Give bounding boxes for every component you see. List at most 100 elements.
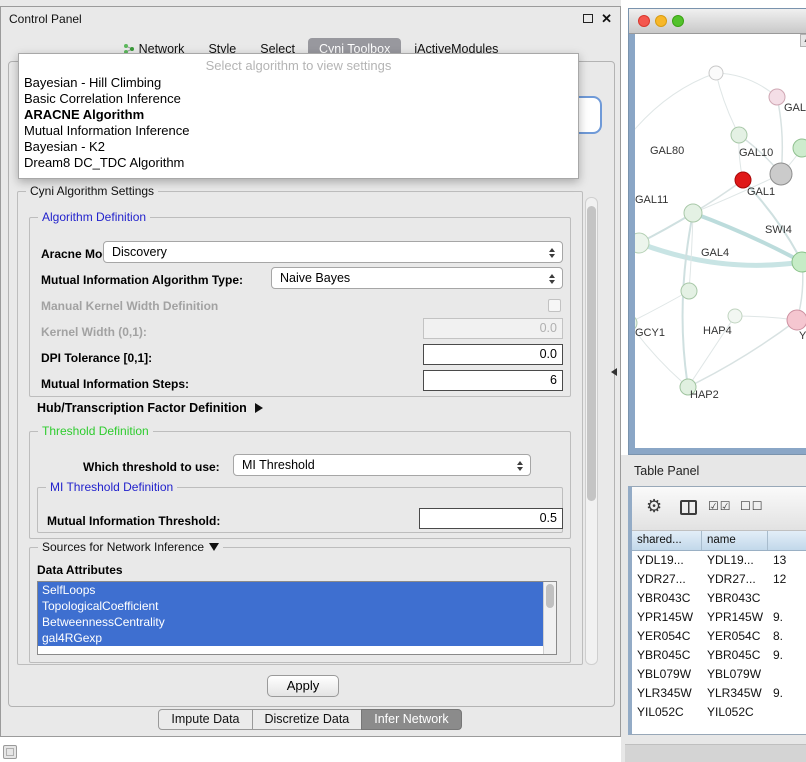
column-header-shared-name[interactable]: shared... xyxy=(632,531,702,550)
scroll-up-button[interactable]: ▲ xyxy=(800,34,806,47)
manual-kernel-checkbox[interactable] xyxy=(548,299,561,312)
attribute-item[interactable]: TopologicalCoefficient xyxy=(38,598,543,614)
table-cell: 9. xyxy=(768,646,806,665)
algorithm-dropdown-list: Bayesian - Hill ClimbingBasic Correlatio… xyxy=(19,75,578,171)
table-cell: YDR27... xyxy=(702,570,768,589)
table-cell: 9. xyxy=(768,684,806,703)
algorithm-dropdown-item[interactable]: Bayesian - Hill Climbing xyxy=(19,75,578,91)
table-row[interactable]: YIL052CYIL052C xyxy=(632,703,806,722)
algorithm-dropdown-item[interactable]: Bayesian - K2 xyxy=(19,139,578,155)
attributes-scrollbar-thumb[interactable] xyxy=(546,584,554,608)
deselect-all-checkboxes-icon[interactable]: ☐☐ xyxy=(740,499,764,513)
table-cell: YPR145W xyxy=(632,608,702,627)
network-edge[interactable] xyxy=(635,73,716,129)
attribute-item[interactable]: gal4RGexp xyxy=(38,630,543,646)
network-node[interactable] xyxy=(635,233,649,253)
column-header-extra[interactable] xyxy=(768,531,806,550)
table-row[interactable]: YLR345WYLR345W9. xyxy=(632,684,806,703)
network-edge[interactable] xyxy=(777,97,782,174)
algorithm-dropdown-item[interactable]: ARACNE Algorithm xyxy=(19,107,578,123)
sources-group-title[interactable]: Sources for Network Inference xyxy=(38,540,223,554)
network-node[interactable] xyxy=(684,204,702,222)
attribute-item[interactable]: SelfLoops xyxy=(38,582,543,598)
network-edge[interactable] xyxy=(635,291,689,323)
network-node[interactable] xyxy=(769,89,785,105)
control-panel-titlebar[interactable]: Control Panel ✕ xyxy=(1,7,620,31)
algorithm-dropdown-item[interactable]: Mutual Information Inference xyxy=(19,123,578,139)
close-traffic-light-icon[interactable] xyxy=(638,15,650,27)
network-canvas-svg[interactable]: GAL7GAL80GAL10GAL11GAL1SWI4GAL4GCY1HAP4Y… xyxy=(635,34,806,448)
table-cell: YBR043C xyxy=(632,589,702,608)
network-node-label: GAL80 xyxy=(650,145,684,157)
status-strip xyxy=(625,744,806,762)
manual-kernel-label: Manual Kernel Width Definition xyxy=(41,299,218,313)
network-node[interactable] xyxy=(728,309,742,323)
hub-section-toggle[interactable]: Hub/Transcription Factor Definition xyxy=(37,401,263,415)
kernel-width-field[interactable]: 0.0 xyxy=(423,318,563,339)
table-panel-title: Table Panel xyxy=(634,464,699,478)
panel-splitter-arrow[interactable] xyxy=(611,368,617,376)
minimized-panel-icon[interactable] xyxy=(3,745,17,759)
network-window-titlebar[interactable] xyxy=(629,9,806,34)
zoom-traffic-light-icon[interactable] xyxy=(672,15,684,27)
table-row[interactable]: YER054CYER054C8. xyxy=(632,627,806,646)
table-row[interactable]: YDR27...YDR27...12 xyxy=(632,570,806,589)
network-canvas[interactable]: GAL7GAL80GAL10GAL11GAL1SWI4GAL4GCY1HAP4Y… xyxy=(635,34,806,448)
tab-infer-network[interactable]: Infer Network xyxy=(361,709,461,730)
data-attributes-list[interactable]: SelfLoopsTopologicalCoefficientBetweenne… xyxy=(37,581,557,655)
network-edge[interactable] xyxy=(716,73,739,135)
table-cell: 9. xyxy=(768,608,806,627)
which-threshold-combo[interactable]: MI Threshold xyxy=(233,454,531,476)
mi-threshold-field[interactable]: 0.5 xyxy=(419,508,563,529)
float-window-icon[interactable] xyxy=(583,14,593,23)
aracne-mode-combo[interactable]: Discovery xyxy=(103,241,563,263)
network-node[interactable] xyxy=(681,283,697,299)
network-node-label: GCY1 xyxy=(635,327,665,339)
network-node[interactable] xyxy=(731,127,747,143)
network-view-window[interactable]: GAL7GAL80GAL10GAL11GAL1SWI4GAL4GCY1HAP4Y… xyxy=(628,8,806,455)
network-edge[interactable] xyxy=(716,73,777,97)
network-edge[interactable] xyxy=(683,213,693,387)
control-panel-title: Control Panel xyxy=(9,12,82,26)
which-threshold-value: MI Threshold xyxy=(242,458,315,472)
network-node[interactable] xyxy=(709,66,723,80)
table-row[interactable]: YDL19...YDL19...13 xyxy=(632,551,806,570)
table-row[interactable]: YBL079WYBL079W xyxy=(632,665,806,684)
dpi-tolerance-field[interactable]: 0.0 xyxy=(423,344,563,365)
settings-scrollbar-thumb[interactable] xyxy=(587,206,596,501)
network-node-label: GAL1 xyxy=(747,186,775,198)
tab-discretize-data[interactable]: Discretize Data xyxy=(252,709,363,730)
algorithm-dropdown-item[interactable]: Dream8 DC_TDC Algorithm xyxy=(19,155,578,171)
control-panel: Control Panel ✕ Network Style Select Cyn… xyxy=(0,6,621,737)
combo-stepper-icon xyxy=(547,246,557,260)
columns-icon[interactable] xyxy=(680,500,697,515)
settings-scrollbar[interactable] xyxy=(585,197,598,665)
table-row[interactable]: YBR045CYBR045C9. xyxy=(632,646,806,665)
attributes-scrollbar[interactable] xyxy=(543,582,556,654)
minimize-traffic-light-icon[interactable] xyxy=(655,15,667,27)
algorithm-dropdown-item[interactable]: Basic Correlation Inference xyxy=(19,91,578,107)
network-node[interactable] xyxy=(793,139,806,157)
table-row[interactable]: YPR145WYPR145W9. xyxy=(632,608,806,627)
mi-steps-field[interactable]: 6 xyxy=(423,370,563,391)
table-cell xyxy=(768,665,806,684)
network-node[interactable] xyxy=(770,163,792,185)
network-node[interactable] xyxy=(787,310,806,330)
table-cell: YER054C xyxy=(632,627,702,646)
select-all-checkboxes-icon[interactable]: ☑☑ xyxy=(708,499,732,513)
network-node[interactable] xyxy=(792,252,806,272)
column-header-name[interactable]: name xyxy=(702,531,768,550)
kernel-width-label: Kernel Width (0,1): xyxy=(41,325,147,339)
gear-icon[interactable]: ⚙ xyxy=(646,496,662,517)
table-cell: YDL19... xyxy=(632,551,702,570)
table-cell: YBR045C xyxy=(632,646,702,665)
table-row[interactable]: YBR043CYBR043C xyxy=(632,589,806,608)
mi-type-combo[interactable]: Naive Bayes xyxy=(271,267,563,289)
close-panel-icon[interactable]: ✕ xyxy=(601,11,612,27)
table-cell xyxy=(768,589,806,608)
table-header: shared... name xyxy=(632,531,806,551)
apply-button[interactable]: Apply xyxy=(267,675,339,697)
attribute-item[interactable]: BetweennessCentrality xyxy=(38,614,543,630)
network-node-label: Y xyxy=(799,330,806,342)
tab-impute-data[interactable]: Impute Data xyxy=(158,709,252,730)
